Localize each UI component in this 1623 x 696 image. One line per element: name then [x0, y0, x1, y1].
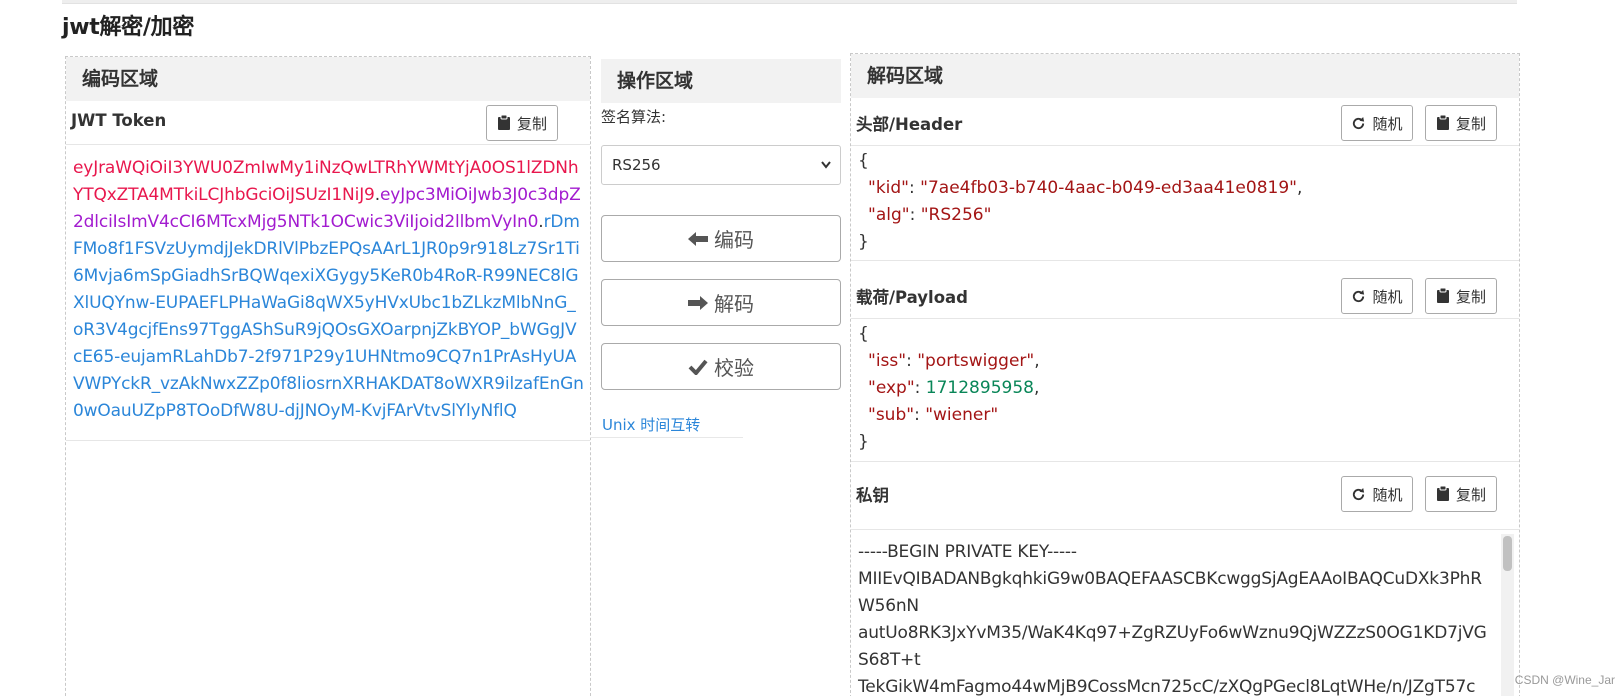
- copy-label: 复制: [1455, 114, 1486, 133]
- divider: [851, 145, 1519, 146]
- divider: [590, 437, 743, 438]
- json-key: "alg": [868, 205, 910, 225]
- clipboard-icon: [497, 115, 510, 130]
- watermark: CSDN @Wine_Jar: [1514, 673, 1615, 687]
- copy-token-label: 复制: [516, 114, 547, 133]
- copy-header-button[interactable]: 复制: [1425, 105, 1497, 141]
- encode-button[interactable]: 编码: [601, 215, 841, 262]
- random-label: 随机: [1372, 114, 1403, 133]
- random-label: 随机: [1372, 485, 1403, 504]
- payload-json-editor[interactable]: { "iss": "portswigger", "exp": 171289595…: [858, 321, 1040, 456]
- header-section-title: 头部/Header: [856, 115, 963, 134]
- copy-payload-button[interactable]: 复制: [1425, 278, 1497, 314]
- copy-label: 复制: [1455, 287, 1486, 306]
- random-key-button[interactable]: 随机: [1341, 476, 1413, 512]
- json-brace: }: [858, 232, 869, 252]
- divider: [66, 440, 590, 441]
- arrow-left-icon: [688, 231, 708, 246]
- json-key: "iss": [868, 351, 907, 371]
- json-key: "kid": [868, 178, 909, 198]
- random-header-button[interactable]: 随机: [1341, 105, 1413, 141]
- checkmark-icon: [688, 359, 708, 375]
- private-key-line: -----BEGIN PRIVATE KEY-----: [858, 542, 1077, 562]
- clipboard-icon: [1436, 288, 1449, 303]
- refresh-icon: [1353, 116, 1365, 129]
- verify-button[interactable]: 校验: [601, 343, 841, 390]
- divider: [66, 144, 590, 145]
- encode-panel-heading: 编码区域: [66, 57, 590, 101]
- json-string-value: "7ae4fb03-b740-4aac-b049-ed3aa41e0819": [920, 178, 1297, 198]
- private-key-line: autUo8RK3JxYvM35/WaK4Kq97+ZgRZUyFo6wWznu…: [858, 623, 1487, 670]
- scrollbar-thumb[interactable]: [1503, 536, 1512, 571]
- divider: [851, 260, 1519, 261]
- decode-panel: 解码区域 头部/Header 随机 复制 { "kid": "7ae4fb03-…: [850, 53, 1520, 696]
- operation-panel-heading: 操作区域: [601, 59, 841, 103]
- private-key-line: MIIEvQIBADANBgkqhkiG9w0BAQEFAASCBKcwggSj…: [858, 569, 1482, 616]
- private-key-section-title: 私钥: [856, 486, 889, 505]
- json-number-value: 1712895958: [925, 378, 1034, 398]
- json-brace: }: [858, 432, 869, 452]
- decode-panel-heading: 解码区域: [851, 54, 1519, 98]
- header-json-editor[interactable]: { "kid": "7ae4fb03-b740-4aac-b049-ed3aa4…: [858, 148, 1302, 256]
- arrow-right-icon: [688, 295, 708, 310]
- divider: [851, 318, 1519, 319]
- json-key: "sub": [868, 405, 915, 425]
- refresh-icon: [1353, 487, 1365, 500]
- divider: [851, 529, 1519, 530]
- json-string-value: "wiener": [925, 405, 999, 425]
- private-key-textarea[interactable]: -----BEGIN PRIVATE KEY----- MIIEvQIBADAN…: [858, 539, 1488, 696]
- copy-token-button[interactable]: 复制: [486, 105, 558, 141]
- unix-time-link[interactable]: Unix 时间互转: [602, 414, 700, 435]
- clipboard-icon: [1436, 486, 1449, 501]
- token-signature-part: rDmFMo8f1FSVzUymdjJekDRlVlPbzEPQsAArL1JR…: [73, 212, 584, 421]
- verify-button-label: 校验: [714, 356, 754, 380]
- decode-button-label: 解码: [714, 292, 754, 316]
- random-payload-button[interactable]: 随机: [1341, 278, 1413, 314]
- json-brace: {: [858, 151, 869, 171]
- encode-panel: 编码区域 JWT Token 复制 eyJraWQiOiI3YWU0ZmIwMy…: [65, 56, 591, 696]
- top-divider: [62, 0, 1517, 4]
- json-brace: {: [858, 324, 869, 344]
- chevron-down-icon: [820, 146, 832, 200]
- copy-label: 复制: [1455, 485, 1486, 504]
- json-key: "exp": [868, 378, 915, 398]
- clipboard-icon: [1436, 115, 1449, 130]
- json-string-value: "RS256": [920, 205, 992, 225]
- algorithm-label: 签名算法:: [601, 108, 667, 126]
- jwt-token-textarea[interactable]: eyJraWQiOiI3YWU0ZmIwMy1iNzQwLTRhYWMtYjA0…: [73, 155, 585, 425]
- json-string-value: "portswigger": [917, 351, 1035, 371]
- private-key-scrollbar[interactable]: [1501, 534, 1514, 696]
- jwt-token-label: JWT Token: [71, 111, 167, 130]
- encode-button-label: 编码: [714, 228, 754, 252]
- algorithm-select[interactable]: RS256: [601, 145, 841, 185]
- page-title: jwt解密/加密: [62, 15, 195, 40]
- copy-key-button[interactable]: 复制: [1425, 476, 1497, 512]
- refresh-icon: [1353, 289, 1365, 302]
- divider: [851, 461, 1519, 462]
- algorithm-selected-value: RS256: [612, 156, 661, 174]
- decode-button[interactable]: 解码: [601, 279, 841, 326]
- payload-section-title: 载荷/Payload: [856, 288, 968, 307]
- private-key-line: TekGikW4mFagmo44wMjB9CossMcn725cC/zXQgPG…: [858, 677, 1476, 696]
- random-label: 随机: [1372, 287, 1403, 306]
